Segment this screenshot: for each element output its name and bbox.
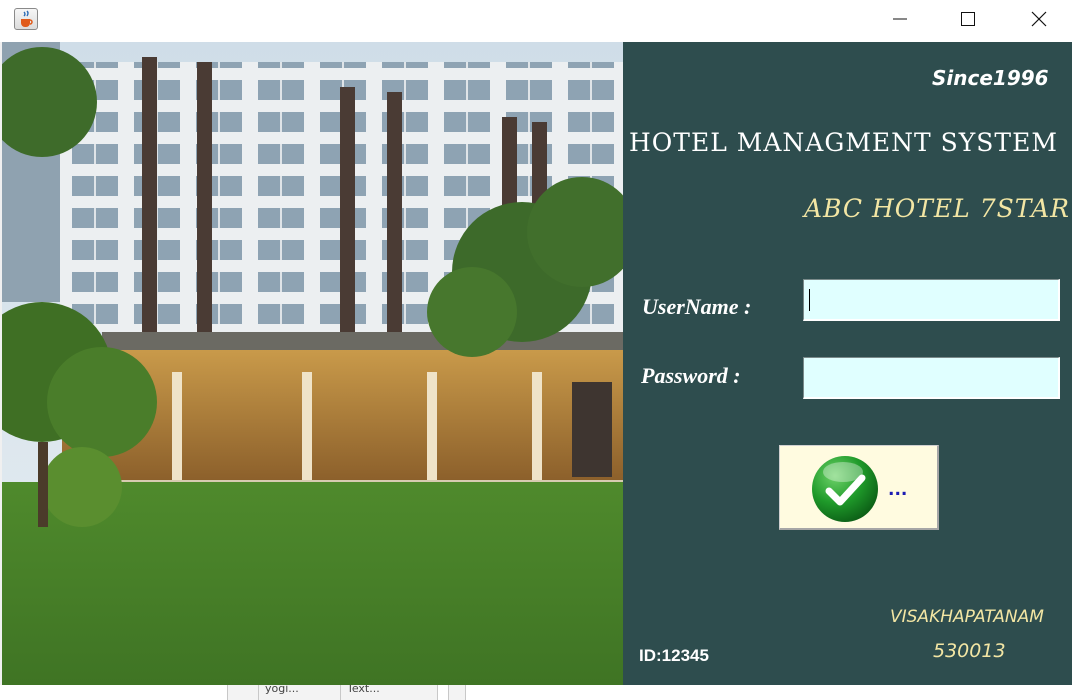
- pin-code: 530013: [933, 640, 1006, 662]
- username-label: UserName :: [642, 294, 752, 319]
- login-button[interactable]: ...: [779, 445, 939, 530]
- taskbar-item-label: Text...: [347, 685, 380, 695]
- taskbar-spacer: [227, 685, 259, 700]
- close-icon: [1031, 11, 1047, 27]
- password-label: Password :: [641, 363, 741, 388]
- window-titlebar: [0, 0, 1072, 42]
- password-field[interactable]: [803, 357, 1060, 399]
- close-button[interactable]: [1016, 0, 1062, 38]
- taskbar-item-text[interactable]: Text...: [340, 685, 438, 700]
- maximize-button[interactable]: [945, 0, 991, 38]
- hotel-name: ABC HOTEL 7STAR: [804, 194, 1070, 223]
- maximize-icon: [961, 12, 975, 26]
- taskbar-scroll: [448, 685, 466, 700]
- taskbar-item-yogi[interactable]: yogi...: [258, 685, 348, 700]
- minimize-icon: [893, 18, 907, 20]
- city-label: VISAKHAPATANAM: [890, 607, 1044, 627]
- green-check-icon: [812, 456, 878, 522]
- login-panel: Since1996 HOTEL MANAGMENT SYSTEM ABC HOT…: [623, 42, 1072, 685]
- id-label: ID:12345: [639, 646, 709, 665]
- minimize-button[interactable]: [877, 0, 923, 38]
- login-button-label: ...: [888, 480, 908, 500]
- background-strip: [0, 685, 1072, 700]
- text-caret: [809, 289, 810, 311]
- java-cup-icon: [14, 8, 38, 30]
- app-heading: HOTEL MANAGMENT SYSTEM: [629, 128, 1058, 157]
- since-year: Since1996: [932, 66, 1049, 90]
- hotel-photo: [2, 42, 623, 685]
- taskbar-item-label: yogi...: [265, 685, 299, 695]
- username-field[interactable]: [803, 279, 1060, 321]
